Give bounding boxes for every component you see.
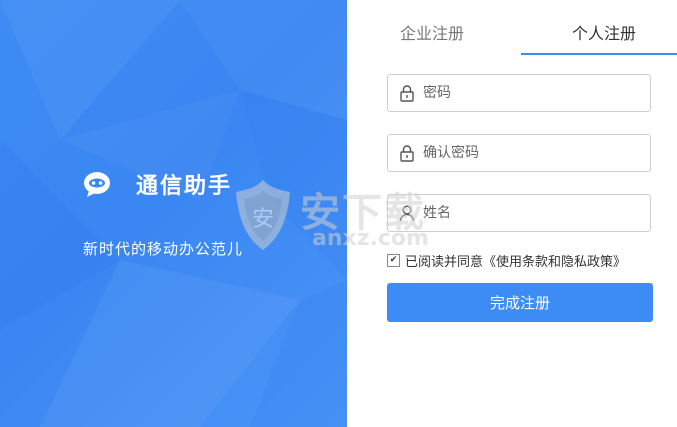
shield-icon: 安 [236,180,290,250]
lock-icon [400,85,414,102]
name-input[interactable] [423,205,633,221]
password-input[interactable] [423,85,633,101]
confirm-password-field[interactable] [387,134,651,172]
chat-bubble-icon [84,172,110,197]
watermark: 安 安下载 anxz.com [228,168,448,258]
brand-header: 通信助手 [83,166,232,202]
register-tabs: 企业注册 个人注册 [347,0,677,56]
lock-icon [400,145,414,162]
confirm-password-input[interactable] [423,145,633,161]
complete-register-button[interactable]: 完成注册 [387,283,653,322]
password-field[interactable] [387,74,651,112]
svg-text:安: 安 [252,207,274,232]
active-tab-indicator [521,53,677,55]
tab-company-register[interactable]: 企业注册 [400,20,464,44]
watermark-url: anxz.com [312,226,429,251]
tab-personal-register[interactable]: 个人注册 [572,20,636,44]
app-name: 通信助手 [136,174,233,199]
app-slogan: 新时代的移动办公范儿 [83,240,244,258]
